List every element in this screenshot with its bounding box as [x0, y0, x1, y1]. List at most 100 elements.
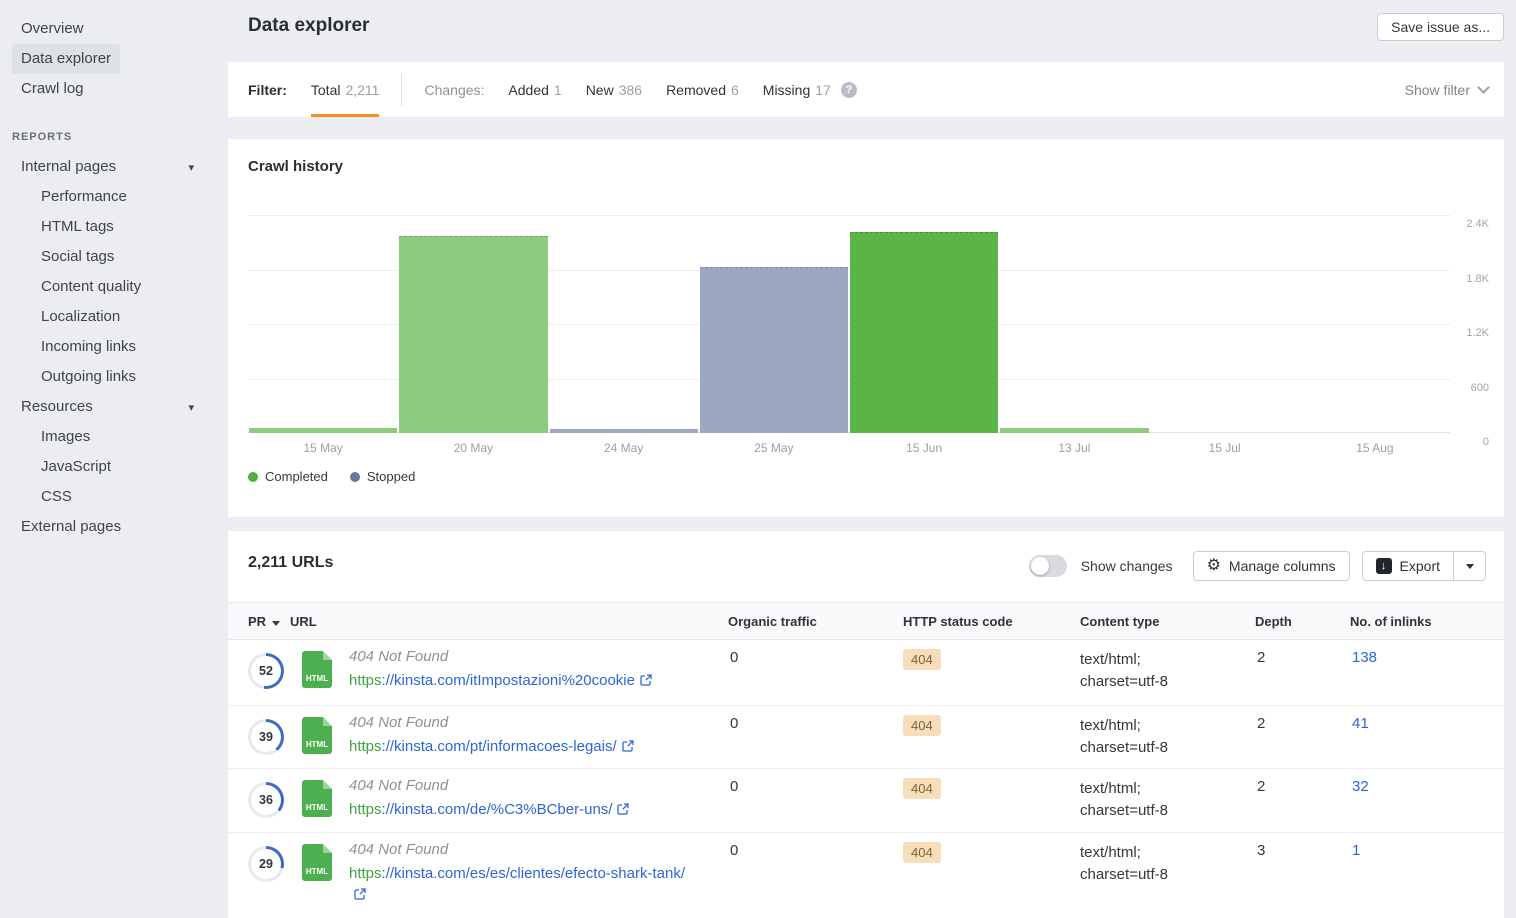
chevron-down-icon[interactable]: ▾ — [188, 393, 194, 423]
show-filter-button[interactable]: Show filter — [1405, 62, 1488, 117]
sidebar-item-resources[interactable]: Resources▾ — [0, 392, 228, 422]
column-header-no-of-inlinks[interactable]: No. of inlinks — [1350, 603, 1432, 640]
sidebar-item-css[interactable]: CSS — [0, 482, 228, 512]
sidebar-item-label: Images — [32, 422, 99, 452]
tab-added-count: 1 — [554, 82, 562, 98]
page-title-text: 404 Not Found — [349, 777, 448, 794]
sidebar-item-crawl-log[interactable]: Crawl log — [0, 74, 228, 104]
sidebar-item-javascript[interactable]: JavaScript — [0, 452, 228, 482]
sidebar-item-label: Outgoing links — [32, 362, 145, 392]
content-type-value: text/html; charset=utf-8 — [1080, 649, 1220, 693]
page-url-link[interactable]: https://kinsta.com/de/%C3%BCber-uns/ — [349, 799, 629, 820]
external-link-icon[interactable] — [354, 888, 366, 900]
help-icon[interactable]: ? — [841, 82, 857, 98]
sidebar-item-external-pages[interactable]: External pages — [0, 512, 228, 542]
sidebar-item-internal-pages[interactable]: Internal pages▾ — [0, 152, 228, 182]
x-axis-label: 15 May — [248, 441, 398, 455]
legend-item-completed[interactable]: Completed — [248, 469, 328, 484]
table-body: 52 HTML 404 Not Found https://kinsta.com/it… — [228, 640, 1504, 918]
sidebar-item-label: Crawl log — [12, 74, 93, 104]
html-file-icon: HTML — [302, 717, 332, 754]
http-status-badge: 404 — [903, 842, 941, 863]
y-axis-label: 1.2K — [1444, 327, 1489, 339]
export-dropdown-button[interactable] — [1454, 551, 1486, 581]
bar-15-may[interactable] — [249, 428, 397, 433]
column-header-pr[interactable]: PR — [248, 603, 280, 640]
x-axis-label: 13 Jul — [999, 441, 1149, 455]
show-changes-toggle[interactable] — [1029, 555, 1067, 577]
tab-removed[interactable]: Removed 6 — [666, 62, 739, 117]
sidebar-item-localization[interactable]: Localization — [0, 302, 228, 332]
url-protocol: https — [349, 738, 382, 755]
export-button[interactable]: ↓ Export — [1362, 551, 1454, 581]
column-header-depth[interactable]: Depth — [1255, 603, 1292, 640]
sidebar-item-label: HTML tags — [32, 212, 123, 242]
bar-24-may[interactable] — [550, 429, 698, 433]
column-header-content-type[interactable]: Content type — [1080, 603, 1159, 640]
inlinks-link[interactable]: 1 — [1352, 842, 1360, 859]
tab-missing[interactable]: Missing 17 — [763, 62, 831, 117]
inlinks-link[interactable]: 138 — [1352, 649, 1377, 666]
sidebar-item-incoming-links[interactable]: Incoming links — [0, 332, 228, 362]
crawl-history-card: Crawl history 2.4K1.8K1.2K600015 May20 M… — [228, 139, 1504, 517]
column-header-url[interactable]: URL — [290, 603, 317, 640]
table-row: 36HTML404 Not Foundhttps://kinsta.com/de… — [228, 769, 1504, 833]
manage-columns-button[interactable]: ⚙ Manage columns — [1193, 551, 1350, 581]
table-header-row: PR URL Organic traffic HTTP status code Cont… — [228, 602, 1504, 640]
url-protocol: https — [349, 672, 382, 689]
page-url-link[interactable]: https://kinsta.com/itImpostazioni%20cook… — [349, 670, 652, 691]
tab-removed-count: 6 — [731, 82, 739, 98]
http-status-badge: 404 — [903, 715, 941, 736]
page-title-text: 404 Not Found — [349, 648, 448, 665]
sidebar-item-label: Localization — [32, 302, 129, 332]
filter-bar: Filter: Total 2,211 Changes: Added 1 New… — [228, 62, 1504, 117]
url-protocol: https — [349, 865, 382, 882]
bar-15-aug[interactable] — [1301, 432, 1449, 433]
page-title-text: 404 Not Found — [349, 714, 448, 731]
bar-20-may[interactable] — [399, 236, 547, 433]
chevron-down-icon[interactable]: ▾ — [188, 153, 194, 183]
inlinks-link[interactable]: 41 — [1352, 715, 1369, 732]
bar-13-jul[interactable] — [1000, 428, 1148, 433]
sidebar-item-label: Data explorer — [12, 44, 120, 74]
x-axis-label: 15 Aug — [1300, 441, 1450, 455]
legend-item-stopped[interactable]: Stopped — [350, 469, 415, 484]
organic-traffic-value: 0 — [730, 649, 738, 666]
column-header-http-status-code[interactable]: HTTP status code — [903, 603, 1013, 640]
page-url-link[interactable]: https://kinsta.com/es/es/clientes/efecto… — [349, 863, 699, 905]
sidebar-section-reports: REPORTS — [0, 122, 228, 152]
sidebar-item-data-explorer[interactable]: Data explorer — [0, 44, 228, 74]
sidebar-item-overview[interactable]: Overview — [0, 14, 228, 44]
column-header-organic-traffic[interactable]: Organic traffic — [728, 603, 817, 640]
sidebar-item-outgoing-links[interactable]: Outgoing links — [0, 362, 228, 392]
bar-25-may[interactable] — [700, 267, 848, 433]
sidebar-item-content-quality[interactable]: Content quality — [0, 272, 228, 302]
page-url-link[interactable]: https://kinsta.com/pt/informacoes-legais… — [349, 736, 634, 757]
depth-value: 2 — [1257, 778, 1265, 795]
download-icon: ↓ — [1376, 558, 1392, 574]
tab-total[interactable]: Total 2,211 — [311, 62, 380, 117]
page-fold-cut — [323, 717, 332, 726]
page-title: Data explorer — [248, 15, 369, 37]
external-link-icon[interactable] — [622, 740, 634, 752]
external-link-icon[interactable] — [617, 803, 629, 815]
tab-new[interactable]: New 386 — [586, 62, 642, 117]
content-type-value: text/html; charset=utf-8 — [1080, 715, 1220, 759]
bar-15-jun[interactable] — [850, 232, 998, 433]
external-link-icon[interactable] — [640, 674, 652, 686]
bar-15-jul[interactable] — [1151, 432, 1299, 433]
organic-traffic-value: 0 — [730, 715, 738, 732]
inlinks-link[interactable]: 32 — [1352, 778, 1369, 795]
legend-dot-icon — [248, 472, 258, 482]
filter-label: Filter: — [248, 82, 287, 98]
sidebar-item-images[interactable]: Images — [0, 422, 228, 452]
x-axis-label: 20 May — [398, 441, 548, 455]
x-axis-label: 15 Jul — [1150, 441, 1300, 455]
tab-added[interactable]: Added 1 — [508, 62, 561, 117]
pr-badge: 52 — [248, 653, 284, 689]
save-issue-as-button[interactable]: Save issue as... — [1377, 13, 1504, 41]
sidebar-item-html-tags[interactable]: HTML tags — [0, 212, 228, 242]
sidebar-item-performance[interactable]: Performance — [0, 182, 228, 212]
crawl-history-title: Crawl history — [248, 158, 343, 175]
sidebar-item-social-tags[interactable]: Social tags — [0, 242, 228, 272]
